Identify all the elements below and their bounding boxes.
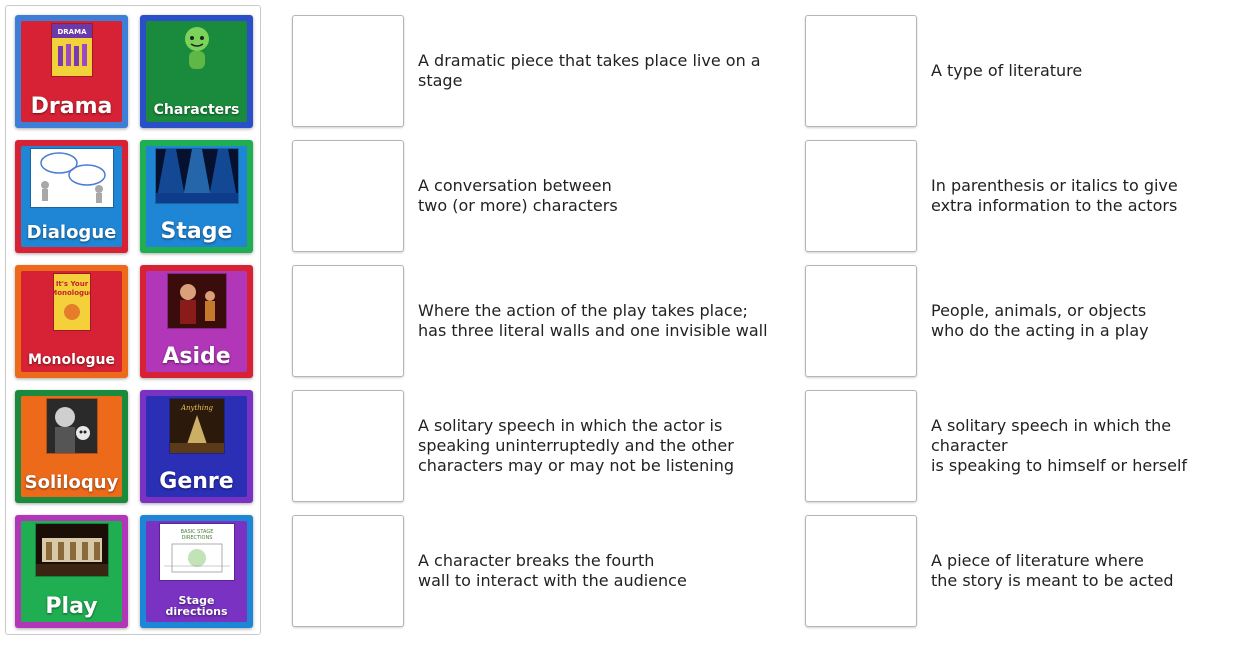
clue-text: In parenthesis or italics to give extra …	[931, 140, 1236, 252]
clue-text: A type of literature	[931, 15, 1236, 127]
clue-text: Where the action of the play takes place…	[418, 265, 798, 377]
clue-text: A solitary speech in which the character…	[931, 390, 1236, 502]
tile-dialogue[interactable]: Dialogue	[15, 140, 128, 253]
clue-label: A character breaks the fourth wall to in…	[418, 551, 687, 590]
clue-label: A solitary speech in which the actor is …	[418, 416, 734, 475]
theatre-stage-icon	[34, 523, 109, 577]
stage-diagram-icon: BASIC STAGE DIRECTIONS	[158, 523, 235, 581]
clue-label: A type of literature	[931, 61, 1083, 80]
clue-label: A piece of literature where the story is…	[931, 551, 1174, 590]
drop-slot[interactable]	[292, 140, 404, 252]
tile-label: Genre	[159, 468, 234, 494]
tile-label: Stage directions	[165, 593, 228, 619]
clue-label: Where the action of the play takes place…	[418, 301, 768, 340]
drop-slot[interactable]	[292, 15, 404, 127]
tile-monologue[interactable]: It's Your Monologue Monologue	[15, 265, 128, 378]
clue-text: A conversation between two (or more) cha…	[418, 140, 798, 252]
svg-text:DRAMA: DRAMA	[57, 28, 87, 36]
tile-label: Soliloquy	[24, 472, 119, 494]
clue-text: A solitary speech in which the actor is …	[418, 390, 798, 502]
clue-label: People, animals, or objects who do the a…	[931, 301, 1149, 340]
drop-slot[interactable]	[805, 265, 917, 377]
svg-text:Anything: Anything	[179, 404, 213, 412]
tile-genre[interactable]: Anything Genre	[140, 390, 253, 503]
tile-soliloquy[interactable]: Soliloquy	[15, 390, 128, 503]
cartoon-character-icon	[184, 27, 209, 69]
clue-label: A solitary speech in which the character…	[931, 416, 1188, 475]
tile-stage[interactable]: Stage	[140, 140, 253, 253]
drop-slot[interactable]	[292, 515, 404, 627]
genre-poster-icon: Anything	[168, 398, 225, 454]
clue-label: In parenthesis or italics to give extra …	[931, 176, 1178, 215]
actors-on-stage-icon	[166, 273, 227, 329]
matching-game: DRAMA Drama Characters Dialogue Stage It…	[0, 0, 1238, 645]
tile-aside[interactable]: Aside	[140, 265, 253, 378]
drop-slot[interactable]	[805, 515, 917, 627]
drop-slot[interactable]	[292, 390, 404, 502]
clue-label: A dramatic piece that takes place live o…	[418, 51, 761, 90]
svg-text:DIRECTIONS: DIRECTIONS	[181, 535, 212, 541]
clue-text: People, animals, or objects who do the a…	[931, 265, 1236, 377]
clue-text: A dramatic piece that takes place live o…	[418, 15, 798, 127]
drop-slot[interactable]	[805, 15, 917, 127]
tile-label: Dialogue	[26, 222, 117, 244]
actor-with-skull-icon	[45, 398, 98, 454]
tile-label: Play	[45, 593, 98, 619]
tile-drama[interactable]: DRAMA Drama	[15, 15, 128, 128]
svg-text:It's Your: It's Your	[55, 280, 88, 288]
drop-slot[interactable]	[292, 265, 404, 377]
tile-label: Monologue	[27, 352, 116, 369]
tile-characters[interactable]: Characters	[140, 15, 253, 128]
clue-label: A conversation between two (or more) cha…	[418, 176, 618, 215]
tile-label: Drama	[30, 93, 113, 119]
drop-slot[interactable]	[805, 390, 917, 502]
tile-label: Stage	[160, 218, 233, 244]
speech-bubbles-icon	[29, 148, 114, 208]
svg-text:Monologue: Monologue	[53, 289, 91, 297]
tile-play[interactable]: Play	[15, 515, 128, 628]
monologue-book-cover-icon: It's Your Monologue	[52, 273, 91, 331]
drop-slot[interactable]	[805, 140, 917, 252]
tile-tray: DRAMA Drama Characters Dialogue Stage It…	[5, 5, 261, 635]
clue-text: A character breaks the fourth wall to in…	[418, 515, 798, 627]
tile-stage-directions[interactable]: BASIC STAGE DIRECTIONS Stage directions	[140, 515, 253, 628]
tile-label: Characters	[153, 102, 240, 119]
tile-label: Aside	[162, 343, 231, 369]
stage-lights-icon	[154, 148, 239, 204]
drama-book-cover-icon: DRAMA	[50, 23, 93, 77]
clue-text: A piece of literature where the story is…	[931, 515, 1236, 627]
